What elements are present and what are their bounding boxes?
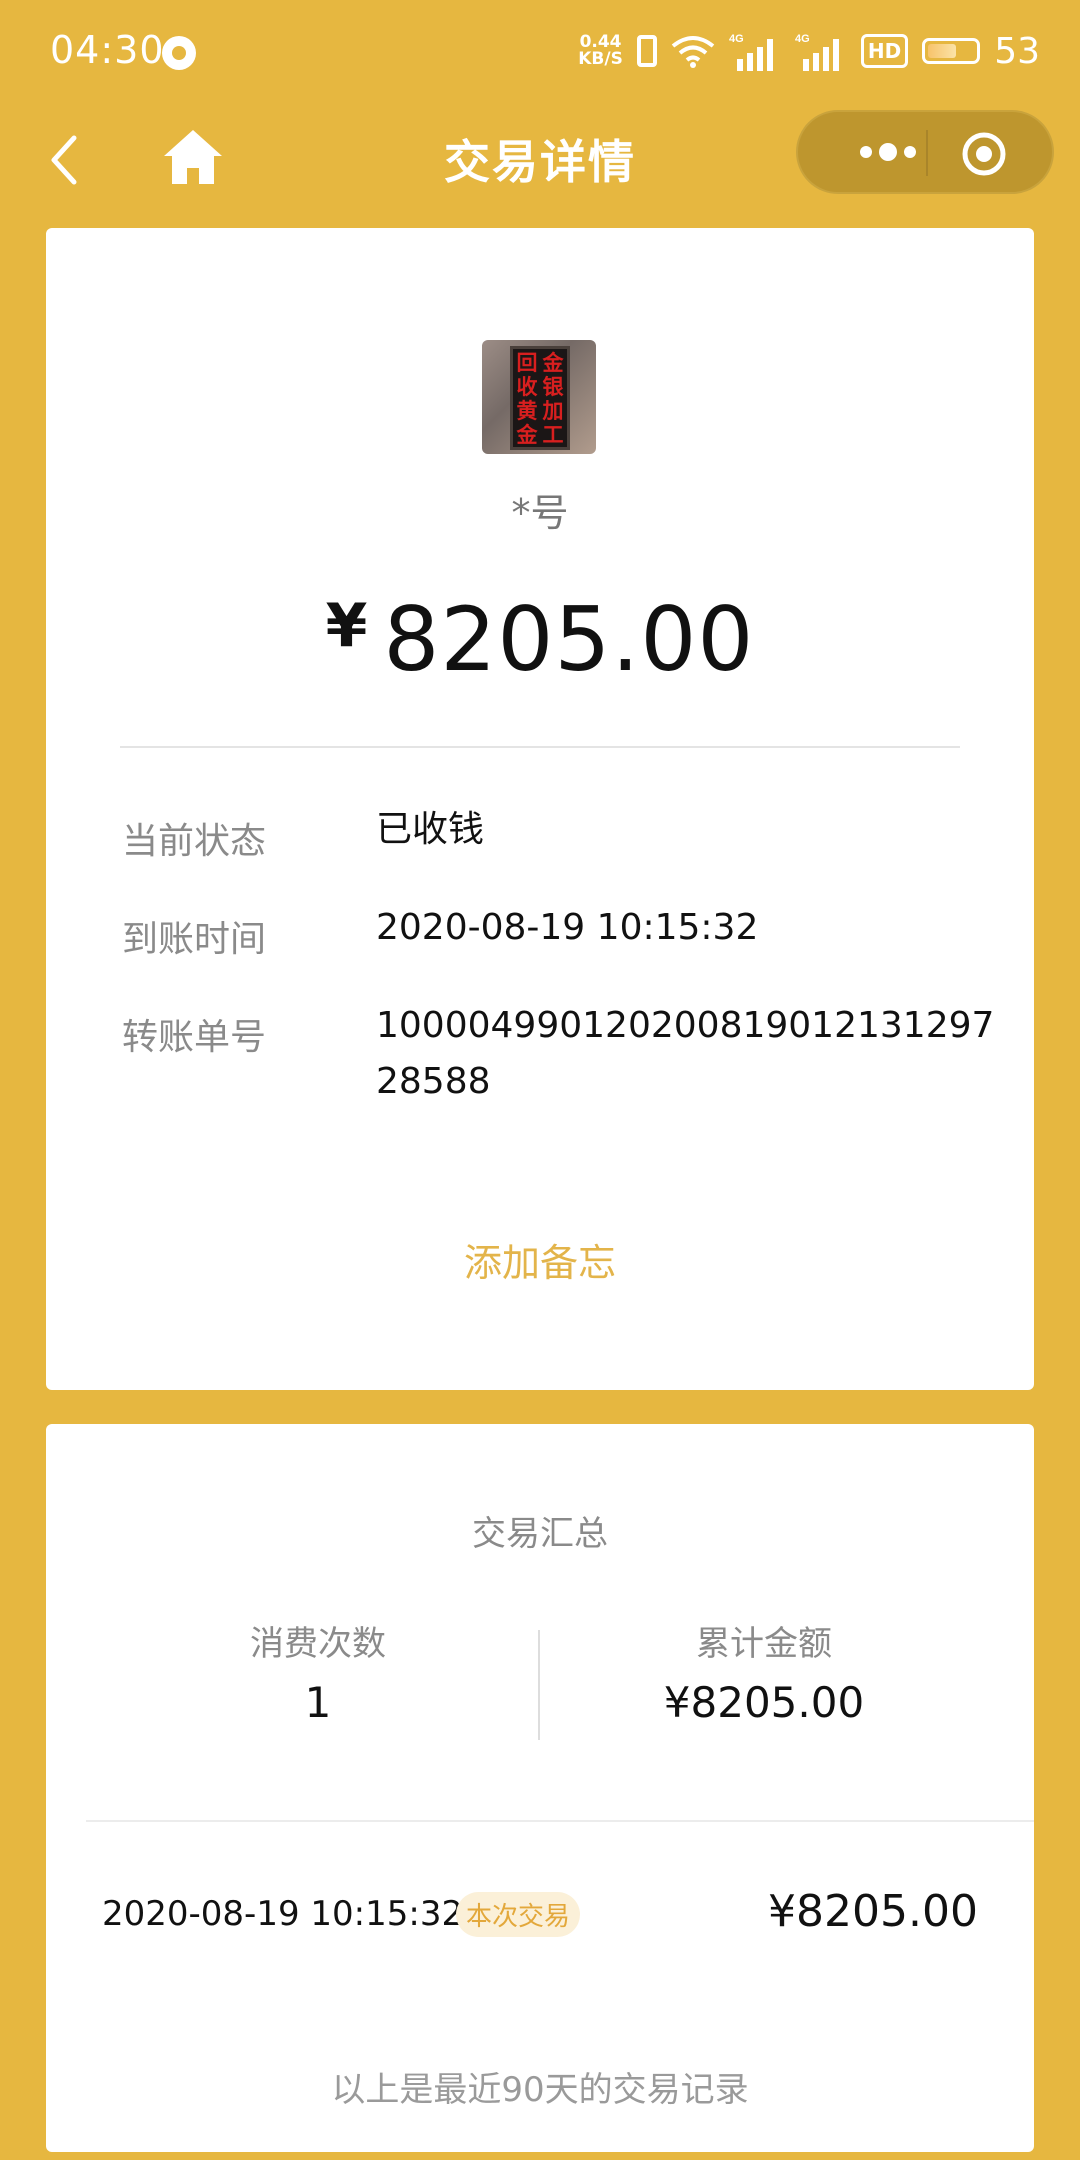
divider — [86, 1820, 1034, 1822]
network-label-2: 4G — [795, 33, 810, 45]
signal-icon-1: 4G — [729, 33, 773, 71]
avatar-char: 收 — [516, 375, 538, 399]
nav-bar: 交易详情 — [0, 110, 1080, 230]
arrival-time-value: 2020-08-19 10:15:32 — [376, 907, 759, 948]
transfer-number-label: 转账单号 — [122, 1017, 267, 1058]
wifi-icon — [671, 36, 715, 68]
status-label: 当前状态 — [122, 821, 267, 862]
total-amount-value: ¥8205.00 — [663, 1678, 865, 1727]
hd-voice-icon: HD — [860, 34, 909, 68]
network-label-1: 4G — [729, 33, 744, 45]
add-note-link[interactable]: 添加备忘 — [46, 1232, 1034, 1287]
avatar-char: 金 — [542, 351, 564, 375]
status-value: 已收钱 — [376, 809, 485, 850]
mini-program-capsule — [796, 110, 1054, 194]
notification-icon — [162, 36, 196, 70]
network-speed: 0.44 KB/S — [578, 34, 623, 68]
close-mini-program-icon[interactable] — [960, 130, 1008, 178]
purchase-count: 消费次数 1 — [168, 1624, 468, 1727]
payee-avatar: 回 金 收 银 黄 加 金 工 — [482, 340, 596, 454]
divider — [120, 746, 960, 748]
arrival-time-label: 到账时间 — [122, 919, 267, 960]
transfer-number-value: 100004990120200819012131297 28588 — [376, 1005, 995, 1102]
column-divider — [538, 1630, 540, 1740]
avatar-char: 加 — [542, 399, 564, 423]
record-amount: ¥8205.00 — [768, 1886, 978, 1937]
status-icons: 0.44 KB/S 4G 4G HD 53 — [578, 26, 1040, 76]
battery-icon — [922, 38, 981, 64]
amount-value: 8205.00 — [383, 588, 755, 691]
summary-title: 交易汇总 — [472, 1514, 608, 1554]
total-amount-label: 累计金额 — [696, 1624, 832, 1664]
current-transaction-badge: 本次交易 — [456, 1892, 581, 1937]
history-footer-note: 以上是最近90天的交易记录 — [331, 2070, 749, 2110]
speed-unit: KB/S — [578, 49, 623, 69]
battery-percent: 53 — [994, 30, 1040, 72]
transaction-amount: ¥8205.00 — [46, 588, 1034, 691]
total-amount: 累计金额 ¥8205.00 — [614, 1624, 914, 1727]
status-time: 04:30 — [50, 28, 165, 72]
payee-name: *号 — [511, 491, 569, 535]
vibrate-icon — [636, 35, 657, 67]
record-time: 2020-08-19 10:15:32 — [102, 1894, 464, 1934]
avatar-char: 银 — [542, 375, 564, 399]
capsule-divider — [926, 130, 928, 176]
signal-icon-2: 4G — [795, 33, 839, 71]
avatar-char: 黄 — [516, 399, 538, 423]
currency-symbol: ¥ — [325, 591, 368, 661]
transaction-detail-card: 回 金 收 银 黄 加 金 工 *号 ¥8205.00 当前状态 已收钱 到账时… — [46, 228, 1034, 1390]
status-bar: 04:30 0.44 KB/S 4G 4G HD 53 — [0, 0, 1080, 110]
purchase-count-label: 消费次数 — [250, 1624, 386, 1664]
more-icon[interactable] — [830, 112, 950, 192]
transaction-summary-card: 交易汇总 消费次数 1 累计金额 ¥8205.00 2020-08-19 10:… — [46, 1424, 1034, 2152]
avatar-char: 工 — [542, 423, 564, 447]
avatar-char: 金 — [516, 423, 538, 447]
purchase-count-value: 1 — [304, 1678, 332, 1727]
avatar-sign: 回 金 收 银 黄 加 金 工 — [510, 346, 570, 450]
avatar-char: 回 — [516, 351, 538, 375]
